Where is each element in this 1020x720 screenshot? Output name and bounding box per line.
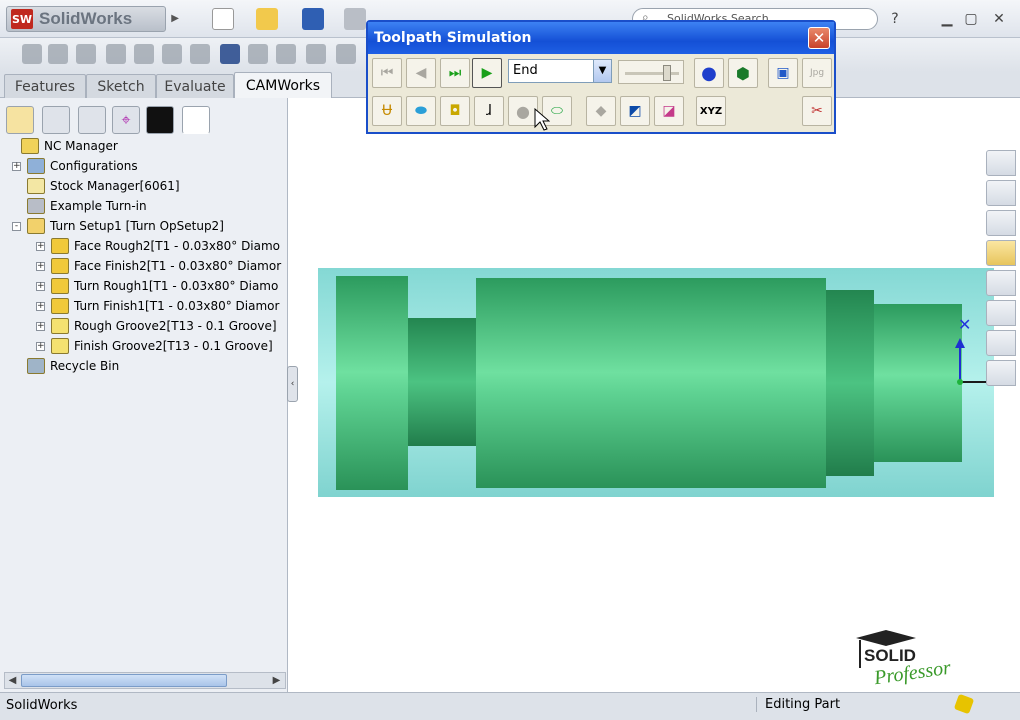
simulation-speed-slider[interactable] (618, 60, 684, 84)
chevron-down-icon[interactable]: ▼ (593, 60, 611, 82)
step-forward-icon[interactable]: ⏭ (440, 58, 470, 88)
x-axis-marker-icon: ✕ (958, 315, 971, 334)
solid-professor-logo: SOLID Professor (852, 628, 982, 689)
dialog-close-button[interactable]: ✕ (808, 27, 830, 49)
toolpath-simulation-dialog: Toolpath Simulation ✕ ⏮ ◀ ⏭ ▶ End ▼ ● ⬢ … (366, 20, 836, 134)
custom-properties-icon[interactable] (986, 360, 1016, 386)
part-main-diameter (476, 278, 826, 488)
home-icon[interactable] (986, 180, 1016, 206)
xyz-coordinates-icon[interactable]: XYZ (696, 96, 726, 126)
isometric-view-icon[interactable]: ◩ (620, 96, 650, 126)
section-view-icon[interactable]: ◆ (586, 96, 616, 126)
simulation-settings-icon[interactable]: ✂ (802, 96, 832, 126)
simulation-mode-select[interactable]: End ▼ (508, 59, 612, 83)
file-explorer-icon[interactable] (986, 240, 1016, 266)
status-mode: Editing Part (756, 697, 840, 712)
save-image-icon[interactable]: ▣ (768, 58, 798, 88)
resources-icon[interactable] (986, 150, 1016, 176)
tool-display-icon[interactable]: Ʉ (372, 96, 402, 126)
front-view-icon[interactable]: ◪ (654, 96, 684, 126)
mouse-cursor-icon (534, 108, 550, 131)
part-groove (408, 318, 478, 446)
show-tool-icon[interactable]: ● (694, 58, 724, 88)
search-results-icon[interactable] (986, 270, 1016, 296)
appearances-icon[interactable] (986, 330, 1016, 356)
show-part-icon[interactable]: ◘ (440, 96, 470, 126)
tool-shank-icon[interactable]: ɺ (474, 96, 504, 126)
save-jpg-icon[interactable]: Jpg (802, 58, 832, 88)
simulation-mode-value: End (513, 63, 538, 78)
rewind-to-start-icon[interactable]: ⏮ (372, 58, 402, 88)
tool-holder-icon[interactable]: ⬬ (406, 96, 436, 126)
view-palette-icon[interactable] (986, 300, 1016, 326)
part-step (826, 290, 874, 476)
status-bar: SolidWorks Editing Part (0, 692, 1020, 720)
run-simulation-icon[interactable]: ▶ (472, 58, 502, 88)
part-end-diameter (874, 304, 962, 462)
design-library-icon[interactable] (986, 210, 1016, 236)
status-app-name: SolidWorks (6, 698, 78, 713)
rebuild-icon[interactable] (953, 693, 975, 715)
part-flange (336, 276, 408, 490)
step-back-icon[interactable]: ◀ (406, 58, 436, 88)
slider-thumb[interactable] (663, 65, 671, 81)
dialog-title: Toolpath Simulation (368, 22, 834, 54)
show-stock-icon[interactable]: ⬢ (728, 58, 758, 88)
